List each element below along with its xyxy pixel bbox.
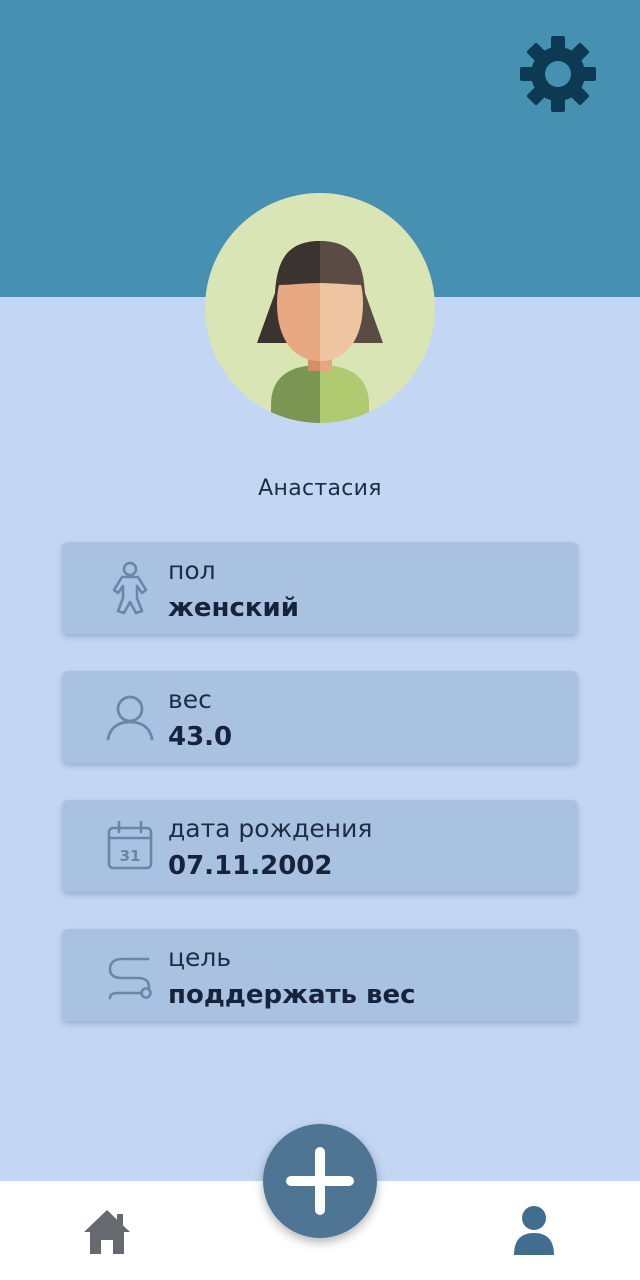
card-weight[interactable]: вес 43.0 [62, 671, 578, 763]
card-value: поддержать вес [168, 980, 416, 1010]
calendar-day: 31 [120, 847, 141, 865]
settings-button[interactable] [518, 34, 598, 114]
card-label: цель [168, 943, 232, 972]
card-label: дата рождения [168, 814, 373, 843]
card-value: 43.0 [168, 722, 233, 752]
woman-avatar-icon [257, 241, 383, 423]
person-icon [514, 1206, 554, 1255]
gear-icon [520, 36, 596, 112]
card-goal[interactable]: цель поддержать вес [62, 929, 578, 1021]
user-name: Анастасия [258, 476, 382, 501]
nav-profile-button[interactable] [512, 1205, 556, 1255]
add-button[interactable] [263, 1124, 377, 1238]
avatar[interactable] [205, 193, 435, 423]
baby-body-icon [102, 560, 158, 616]
plus-icon [286, 1147, 354, 1215]
card-gender[interactable]: пол женский [62, 542, 578, 634]
route-icon [102, 947, 158, 1003]
card-birthdate[interactable]: 31 дата рождения 07.11.2002 [62, 800, 578, 892]
nav-home-button[interactable] [82, 1208, 132, 1256]
home-icon [84, 1210, 130, 1254]
calendar-icon: 31 [102, 818, 158, 874]
card-label: вес [168, 685, 212, 714]
card-value: 07.11.2002 [168, 851, 333, 881]
person-icon [102, 689, 158, 745]
card-label: пол [168, 556, 216, 585]
card-value: женский [168, 593, 299, 623]
